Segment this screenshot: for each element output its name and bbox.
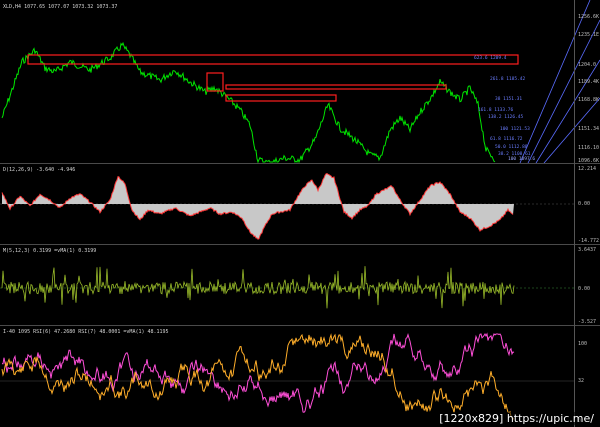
- price-axis-label: 1189.4K: [578, 79, 600, 85]
- price-axis-label: 1235.1E: [578, 32, 600, 38]
- oscillator-pane[interactable]: M(5,12,3) 0.3199 =vMA(1) 0.3199: [0, 245, 600, 325]
- oscillator-axis-label: -3.527: [578, 319, 597, 325]
- watermark: [1220x829] https://upic.me/: [437, 412, 596, 425]
- oscillator-line: [1, 266, 515, 309]
- fib-level-label: 61.8 1116.72: [490, 136, 523, 142]
- fib-level-label: 261.8 1185.42: [490, 76, 526, 82]
- macd-label: D(12,26,9) -3.640 -4.946: [3, 167, 76, 173]
- oscillator-axis-label: 0.00: [578, 286, 591, 292]
- macd-axis-label: -14.772: [578, 238, 600, 244]
- macd-histogram[interactable]: [0, 164, 600, 244]
- fib-level-label: 100 1121.53: [500, 126, 530, 132]
- price-axis-label: 1096.6K: [578, 158, 600, 164]
- fib-low-label: 100 1097.6: [508, 156, 535, 162]
- rsi-axis-label: 100: [578, 341, 588, 347]
- symbol-info: XLD,H4 1077.65 1077.07 1073.32 1073.37: [3, 4, 118, 10]
- rsi-axis-label: 32: [578, 378, 585, 384]
- price-axis-label: 1168.8K: [578, 97, 600, 103]
- fib-level-label: 138.2 1126.45: [488, 114, 524, 120]
- oscillator-label: M(5,12,3) 0.3199 =vMA(1) 0.3199: [3, 248, 97, 254]
- price-axis-label: 1151.34: [578, 126, 600, 132]
- price-chart[interactable]: 623.6 1209.4 261.8 1185.42 38 1151.31 161.8…: [0, 0, 600, 163]
- price-axis-label: 1204.0: [578, 62, 597, 68]
- fib-level-label: 50.0 1112.88: [495, 144, 528, 150]
- price-axis-label: 1116.10: [578, 145, 600, 151]
- fib-level-label: 623.6 1209.4: [474, 55, 507, 61]
- rsi-label: I-40 1095 RSI(6) 47.2680 RSI(7) 48.0001 …: [3, 329, 169, 335]
- price-axis-label: 1256.6K: [578, 14, 600, 20]
- fib-level-label: 161.8 1133.76: [478, 107, 514, 113]
- oscillator-axis-label: 3.6437: [578, 247, 597, 253]
- price-line: [1, 41, 496, 163]
- price-pane[interactable]: 623.6 1209.4 261.8 1185.42 38 1151.31 161.8…: [0, 0, 600, 163]
- oscillator-chart[interactable]: [0, 245, 600, 325]
- price-axis-divider: [574, 0, 575, 427]
- supply-zone-box: [225, 94, 337, 102]
- fib-level-label: 38 1151.31: [495, 96, 522, 102]
- channel-line: [527, 19, 600, 163]
- supply-zone-box: [225, 84, 447, 90]
- macd-pane[interactable]: D(12,26,9) -3.640 -4.946: [0, 164, 600, 244]
- macd-axis-label: 0.00: [578, 201, 591, 207]
- macd-axis-label: 12.214: [578, 166, 597, 172]
